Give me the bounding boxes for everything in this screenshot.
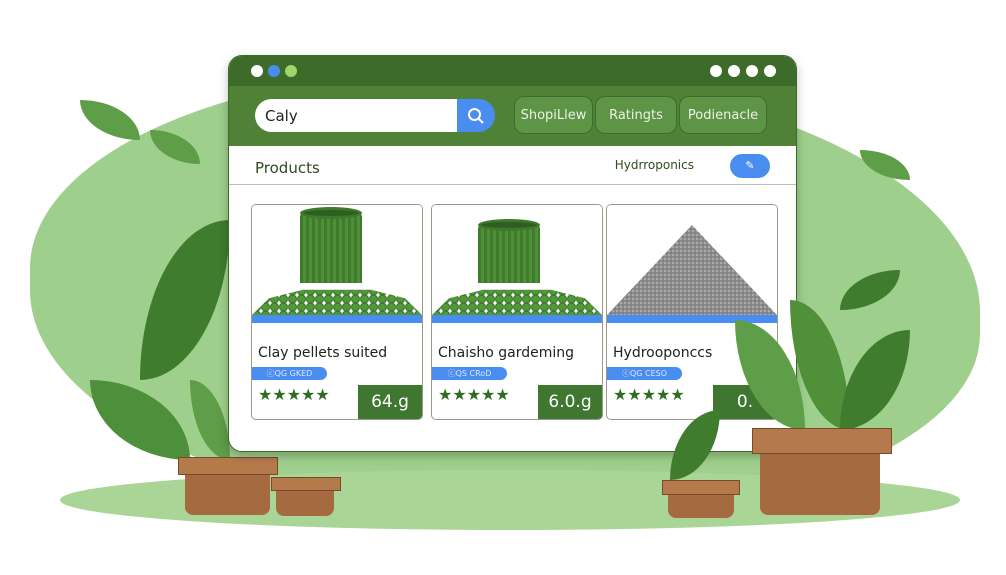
plant-pot-rim <box>662 480 740 495</box>
browser-window: ShopiLlew Ratingts Podienacle Products H… <box>228 55 797 452</box>
window-dot[interactable] <box>268 65 280 77</box>
tab-podienacle[interactable]: Podienacle <box>679 96 767 134</box>
search-input[interactable] <box>263 106 447 126</box>
plant-pot <box>668 492 734 518</box>
plant-pot <box>760 450 880 515</box>
tab-shopilew[interactable]: ShopiLlew <box>514 96 593 134</box>
product-card[interactable]: Clay pellets suited ⓒQG GKED ★★★★★ 64.g <box>251 204 423 420</box>
page-title: Products <box>255 159 320 177</box>
search-button[interactable] <box>457 99 495 132</box>
product-image <box>252 205 422 323</box>
product-name: Chaisho gardeming <box>438 345 575 361</box>
product-name: Clay pellets suited <box>258 345 388 361</box>
window-dot[interactable] <box>728 65 740 77</box>
star-rating: ★★★★★ <box>613 385 685 404</box>
product-card[interactable]: Chaisho gardeming ⓒQS CRoD ★★★★★ 6.0.g <box>431 204 603 420</box>
products-header: Products Hydrroponics ✎ <box>229 146 796 185</box>
window-dot[interactable] <box>285 65 297 77</box>
search-box <box>255 99 457 132</box>
plant-pot-rim <box>271 477 341 491</box>
plant-pot <box>185 470 270 515</box>
plant-pot-rim <box>752 428 892 454</box>
window-dot[interactable] <box>746 65 758 77</box>
tab-ratings[interactable]: Ratingts <box>595 96 677 134</box>
product-badge: ⓒQG GKED <box>252 367 327 380</box>
star-rating: ★★★★★ <box>438 385 510 404</box>
plant-pot <box>276 488 334 516</box>
title-bar <box>229 56 796 86</box>
product-badge: ⓒQG CESO <box>607 367 682 380</box>
search-icon <box>468 107 484 124</box>
window-dot[interactable] <box>764 65 776 77</box>
product-image <box>432 205 602 323</box>
window-dot[interactable] <box>710 65 722 77</box>
product-image <box>607 205 777 323</box>
plant-pot-rim <box>178 457 278 475</box>
product-name: Hydrooponccs <box>613 345 713 361</box>
window-dot[interactable] <box>251 65 263 77</box>
toolbar: ShopiLlew Ratingts Podienacle <box>229 86 796 146</box>
product-badge: ⓒQS CRoD <box>432 367 507 380</box>
price-button[interactable]: 6.0.g <box>538 385 602 419</box>
price-button[interactable]: 64.g <box>358 385 422 419</box>
star-rating: ★★★★★ <box>258 385 330 404</box>
plant-leaf <box>80 100 140 140</box>
pencil-icon: ✎ <box>745 159 755 172</box>
filter-label: Hydrroponics <box>614 158 694 172</box>
filter-toggle[interactable]: ✎ <box>730 154 770 178</box>
